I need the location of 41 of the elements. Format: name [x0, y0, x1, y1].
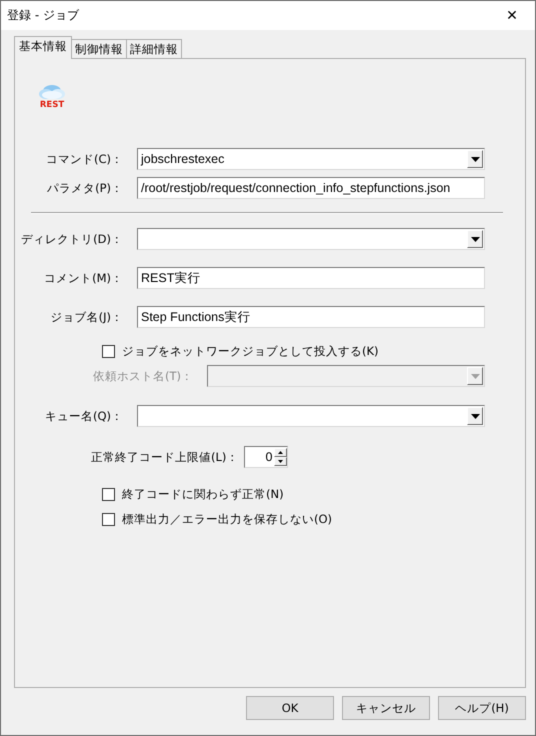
field-label: ジョブ名(J)： [50, 310, 124, 324]
combo-box[interactable]: jobschrestexec [137, 148, 485, 170]
input-field[interactable]: Step Functions実行 [137, 306, 485, 328]
tab[interactable]: 詳細情報 [126, 39, 182, 58]
caret-icon [278, 451, 284, 454]
spin-up-button[interactable] [274, 448, 288, 457]
combo-box[interactable] [207, 365, 485, 387]
checkbox-label: 終了コードに関わらず正常(N) [122, 486, 284, 502]
tab[interactable]: 制御情報 [71, 39, 127, 58]
combo-box[interactable] [137, 405, 485, 427]
tab[interactable]: 基本情報 [14, 36, 72, 59]
caret-icon [470, 374, 480, 378]
window-title: 登録 - ジョブ [7, 7, 79, 24]
close-button[interactable]: ✕ [489, 1, 535, 30]
caret-icon [470, 236, 480, 242]
combo-box[interactable] [137, 228, 485, 250]
field-label: ディレクトリ(D)： [20, 232, 124, 246]
dropdown-button[interactable] [467, 407, 483, 425]
dropdown-button[interactable] [467, 150, 483, 168]
checkbox[interactable] [102, 512, 115, 526]
caret-icon [470, 156, 480, 162]
dialog-button[interactable]: ヘルプ(H) [438, 696, 526, 720]
spin-down-button[interactable] [274, 457, 288, 466]
caret-icon [470, 414, 480, 418]
checkbox-label: ジョブをネットワークジョブとして投入する(K) [122, 344, 379, 358]
spin-box[interactable]: 0 [244, 446, 288, 468]
input-field[interactable]: REST実行 [137, 267, 485, 289]
checkbox[interactable] [102, 344, 115, 358]
input-field[interactable]: /root/restjob/request/connection_info_stepfunctions.json [137, 177, 485, 199]
field-label: コメント(M)： [43, 270, 124, 286]
checkbox-label: 標準出力／エラー出力を保存しない(O) [122, 512, 332, 526]
field-label: 依頼ホスト名(T)： [92, 368, 194, 384]
dropdown-button[interactable] [467, 230, 483, 248]
field-label: パラメタ(P)： [46, 180, 124, 196]
caret-icon [278, 460, 284, 463]
field-label: キュー名(Q)： [44, 408, 124, 424]
field-label: コマンド(C)： [44, 152, 124, 166]
checkbox[interactable] [102, 488, 115, 500]
field-label: 正常終了コード上限値(L)： [91, 450, 240, 464]
dialog-button[interactable]: キャンセル [342, 696, 430, 720]
dialog-button[interactable]: OK [246, 696, 334, 720]
